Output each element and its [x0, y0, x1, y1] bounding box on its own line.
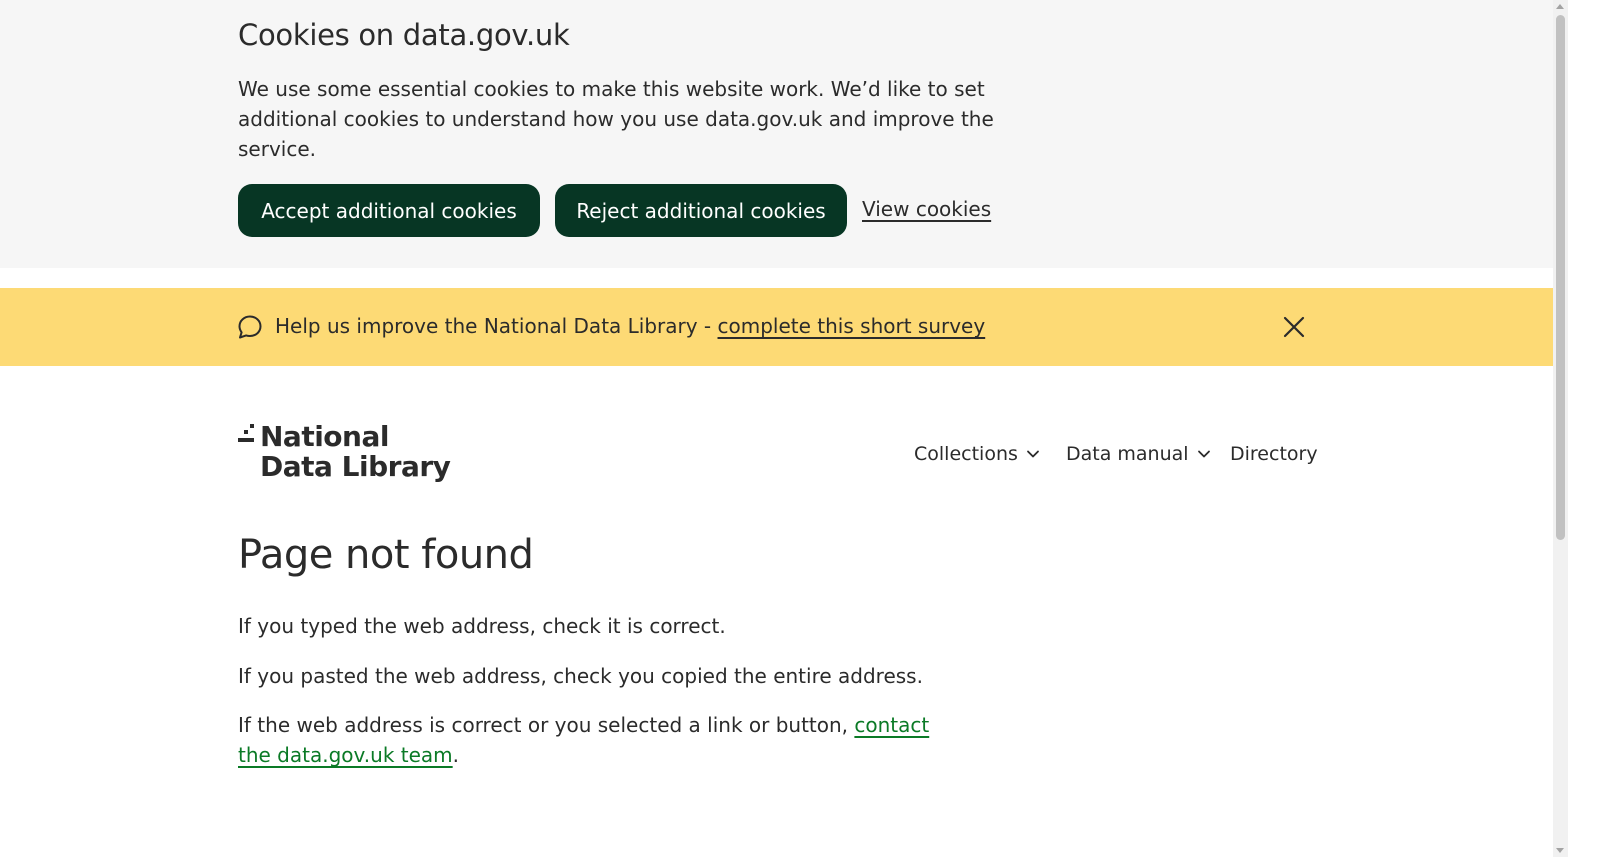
site-logo[interactable]: National Data Library [238, 420, 451, 483]
scrollbar-thumb[interactable] [1556, 15, 1565, 540]
nav-item-label: Collections [914, 443, 1018, 465]
logo-text-line2: Data Library [260, 450, 451, 483]
survey-message: Help us improve the National Data Librar… [275, 314, 985, 338]
help-text-typed: If you typed the web address, check it i… [238, 614, 726, 638]
cookie-banner-title: Cookies on data.gov.uk [238, 18, 570, 52]
survey-banner: Help us improve the National Data Librar… [0, 288, 1568, 366]
help-text-pasted: If you pasted the web address, check you… [238, 664, 923, 688]
speech-bubble-icon [238, 315, 262, 339]
chevron-down-icon [1026, 450, 1039, 458]
survey-link[interactable]: complete this short survey [718, 314, 986, 338]
nav-item-label: Directory [1230, 443, 1318, 465]
page-title: Page not found [238, 532, 534, 578]
scroll-down-arrow-icon[interactable] [1556, 848, 1564, 853]
view-cookies-link[interactable]: View cookies [862, 197, 991, 221]
scroll-up-arrow-icon[interactable] [1556, 4, 1564, 9]
reject-cookies-button[interactable]: Reject additional cookies [555, 184, 847, 237]
help-text-contact-suffix: . [452, 743, 460, 767]
cookie-banner: Cookies on data.gov.uk We use some essen… [0, 0, 1568, 268]
vertical-scrollbar[interactable] [1553, 0, 1568, 857]
help-text-contact: If the web address is correct or you sel… [238, 710, 958, 770]
nav-item-data-manual[interactable]: Data manual [1066, 443, 1211, 465]
logo-mark-icon [238, 424, 254, 442]
help-text-contact-prefix: If the web address is correct or you sel… [238, 713, 855, 737]
nav-item-collections[interactable]: Collections [914, 443, 1040, 465]
accept-cookies-button[interactable]: Accept additional cookies [238, 184, 540, 237]
close-icon[interactable] [1282, 315, 1306, 339]
survey-text: Help us improve the National Data Librar… [275, 314, 718, 338]
chevron-down-icon [1197, 450, 1210, 458]
page: Cookies on data.gov.uk We use some essen… [0, 0, 1568, 857]
nav-item-label: Data manual [1066, 443, 1189, 465]
right-gutter [1568, 0, 1600, 857]
logo-text-line1: National [260, 420, 389, 453]
nav-item-directory[interactable]: Directory [1230, 443, 1318, 465]
cookie-banner-text: We use some essential cookies to make th… [238, 77, 994, 161]
